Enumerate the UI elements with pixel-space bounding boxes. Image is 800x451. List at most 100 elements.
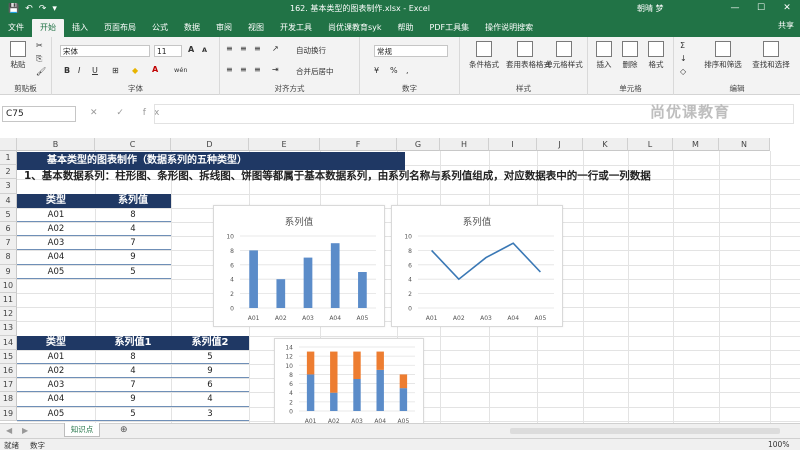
table-cell[interactable]: A02 bbox=[17, 222, 95, 237]
format-painter-icon[interactable]: 🖌 bbox=[36, 67, 46, 76]
bold-button[interactable]: B bbox=[64, 66, 70, 75]
number-format-select[interactable]: 常规 bbox=[374, 45, 448, 57]
table-cell[interactable]: 8 bbox=[95, 208, 171, 222]
column-header-K[interactable]: K bbox=[583, 138, 628, 151]
wrap-text-button[interactable]: 自动换行 bbox=[296, 45, 326, 56]
merge-center-button[interactable]: 合并后居中 bbox=[296, 66, 334, 77]
insert-cells-button[interactable]: 插入 bbox=[592, 41, 616, 70]
table-cell[interactable]: 8 bbox=[95, 350, 171, 364]
orientation-icon[interactable]: ↗ bbox=[272, 44, 279, 53]
table-cell[interactable]: A05 bbox=[17, 265, 95, 279]
column-header-L[interactable]: L bbox=[628, 138, 673, 151]
column-header-J[interactable]: J bbox=[537, 138, 583, 151]
cell-styles-button[interactable]: 单元格样式 bbox=[544, 41, 584, 70]
row-header-4[interactable]: 4 bbox=[0, 193, 17, 208]
table-cell[interactable]: 4 bbox=[171, 392, 249, 407]
user-name[interactable]: 朝晴 梦 bbox=[637, 3, 664, 14]
find-select-button[interactable]: 查找和选择 bbox=[748, 41, 794, 70]
worksheet-grid[interactable]: B C D E F G H I J K L M N 1 2 3 4 5 6 7 8 9 10 11 12 13 14 15 16 17 18… bbox=[0, 138, 800, 423]
grow-font-button[interactable]: A bbox=[188, 45, 194, 54]
row-header-14[interactable]: 14 bbox=[0, 335, 17, 350]
select-all-corner[interactable] bbox=[0, 138, 17, 151]
row-header-2[interactable]: 2 bbox=[0, 165, 17, 180]
sort-filter-button[interactable]: 排序和筛选 bbox=[700, 41, 746, 70]
row-header-19[interactable]: 19 bbox=[0, 406, 17, 421]
clear-icon[interactable]: ◇ bbox=[680, 67, 686, 76]
align-bottom-icon[interactable]: ≡ bbox=[254, 44, 261, 53]
chart-2[interactable]: 系列值 0 2 4 6 8 10 A01 A02 A03 A04 A05 bbox=[391, 205, 563, 327]
chart-3[interactable]: 0 2 4 6 8 10 12 14 A01 A02 A03 A04 A05 bbox=[274, 338, 424, 423]
add-sheet-button[interactable]: ⊕ bbox=[120, 425, 128, 435]
format-cells-button[interactable]: 格式 bbox=[644, 41, 668, 70]
table-cell[interactable]: 4 bbox=[95, 222, 171, 237]
shrink-font-button[interactable]: A bbox=[202, 46, 207, 54]
tab-pdf[interactable]: PDF工具集 bbox=[422, 19, 478, 37]
row-header-5[interactable]: 5 bbox=[0, 207, 17, 222]
tab-syk[interactable]: 尚优课教育syk bbox=[320, 19, 390, 37]
align-right-icon[interactable]: ≡ bbox=[254, 65, 261, 74]
paste-button[interactable]: 粘贴 bbox=[6, 41, 30, 70]
table-cell[interactable]: 9 bbox=[95, 250, 171, 265]
horizontal-scrollbar[interactable] bbox=[510, 428, 780, 434]
autosum-icon[interactable]: Σ bbox=[680, 41, 685, 50]
close-button[interactable]: ✕ bbox=[774, 0, 800, 17]
table-cell[interactable]: 9 bbox=[171, 364, 249, 379]
maximize-button[interactable]: ☐ bbox=[748, 0, 774, 17]
underline-button[interactable]: U bbox=[92, 66, 98, 75]
table-cell[interactable]: A03 bbox=[17, 378, 95, 393]
tab-file[interactable]: 文件 bbox=[0, 19, 32, 37]
redo-icon[interactable]: ↷ bbox=[39, 4, 47, 14]
tell-me-search[interactable]: 操作说明搜索 bbox=[477, 19, 541, 37]
column-header-F[interactable]: F bbox=[320, 138, 397, 151]
column-header-H[interactable]: H bbox=[440, 138, 489, 151]
row-header-6[interactable]: 6 bbox=[0, 222, 17, 237]
border-icon[interactable]: ⊞ bbox=[112, 66, 119, 75]
column-header-M[interactable]: M bbox=[673, 138, 719, 151]
table-cell[interactable]: A01 bbox=[17, 350, 95, 364]
minimize-button[interactable]: — bbox=[722, 0, 748, 17]
tab-home[interactable]: 开始 bbox=[32, 19, 64, 37]
tab-view[interactable]: 视图 bbox=[240, 19, 272, 37]
table-cell[interactable]: 7 bbox=[95, 236, 171, 251]
delete-cells-button[interactable]: 删除 bbox=[618, 41, 642, 70]
align-top-icon[interactable]: ≡ bbox=[226, 44, 233, 53]
zoom-level[interactable]: 100% bbox=[768, 440, 789, 449]
phonetic-button[interactable]: wén bbox=[174, 66, 187, 74]
currency-icon[interactable]: ¥ bbox=[374, 66, 379, 75]
font-name-select[interactable]: 宋体 bbox=[60, 45, 150, 57]
column-header-G[interactable]: G bbox=[397, 138, 440, 151]
row-header-11[interactable]: 11 bbox=[0, 293, 17, 308]
copy-icon[interactable]: ⎘ bbox=[36, 54, 42, 64]
tab-formulas[interactable]: 公式 bbox=[144, 19, 176, 37]
table-cell[interactable]: A04 bbox=[17, 250, 95, 265]
column-header-I[interactable]: I bbox=[489, 138, 537, 151]
font-size-select[interactable]: 11 bbox=[154, 45, 182, 57]
align-center-icon[interactable]: ≡ bbox=[240, 65, 247, 74]
format-as-table-button[interactable]: 套用表格格式 bbox=[506, 41, 551, 70]
row-header-10[interactable]: 10 bbox=[0, 278, 17, 293]
conditional-format-button[interactable]: 条件格式 bbox=[464, 41, 504, 70]
row-header-13[interactable]: 13 bbox=[0, 321, 17, 336]
fill-icon[interactable]: ↓ bbox=[680, 54, 687, 63]
table-cell[interactable]: A02 bbox=[17, 364, 95, 379]
table-cell[interactable]: 7 bbox=[95, 378, 171, 393]
save-icon[interactable]: 💾 bbox=[8, 4, 19, 14]
row-header-3[interactable]: 3 bbox=[0, 179, 17, 194]
table-cell[interactable]: A05 bbox=[17, 407, 95, 421]
column-header-B[interactable]: B bbox=[17, 138, 95, 151]
row-header-16[interactable]: 16 bbox=[0, 364, 17, 379]
table-cell[interactable]: 6 bbox=[171, 378, 249, 393]
align-middle-icon[interactable]: ≡ bbox=[240, 44, 247, 53]
row-header-17[interactable]: 17 bbox=[0, 378, 17, 393]
row-header-9[interactable]: 9 bbox=[0, 264, 17, 279]
table-cell[interactable]: 5 bbox=[95, 407, 171, 421]
column-header-N[interactable]: N bbox=[719, 138, 770, 151]
percent-icon[interactable]: % bbox=[390, 66, 398, 75]
row-header-18[interactable]: 18 bbox=[0, 392, 17, 407]
row-header-12[interactable]: 12 bbox=[0, 307, 17, 322]
tab-help[interactable]: 帮助 bbox=[390, 19, 422, 37]
table-cell[interactable]: A04 bbox=[17, 392, 95, 407]
tab-review[interactable]: 审阅 bbox=[208, 19, 240, 37]
font-color-button[interactable]: A bbox=[152, 65, 158, 74]
tab-page-layout[interactable]: 页面布局 bbox=[96, 19, 144, 37]
